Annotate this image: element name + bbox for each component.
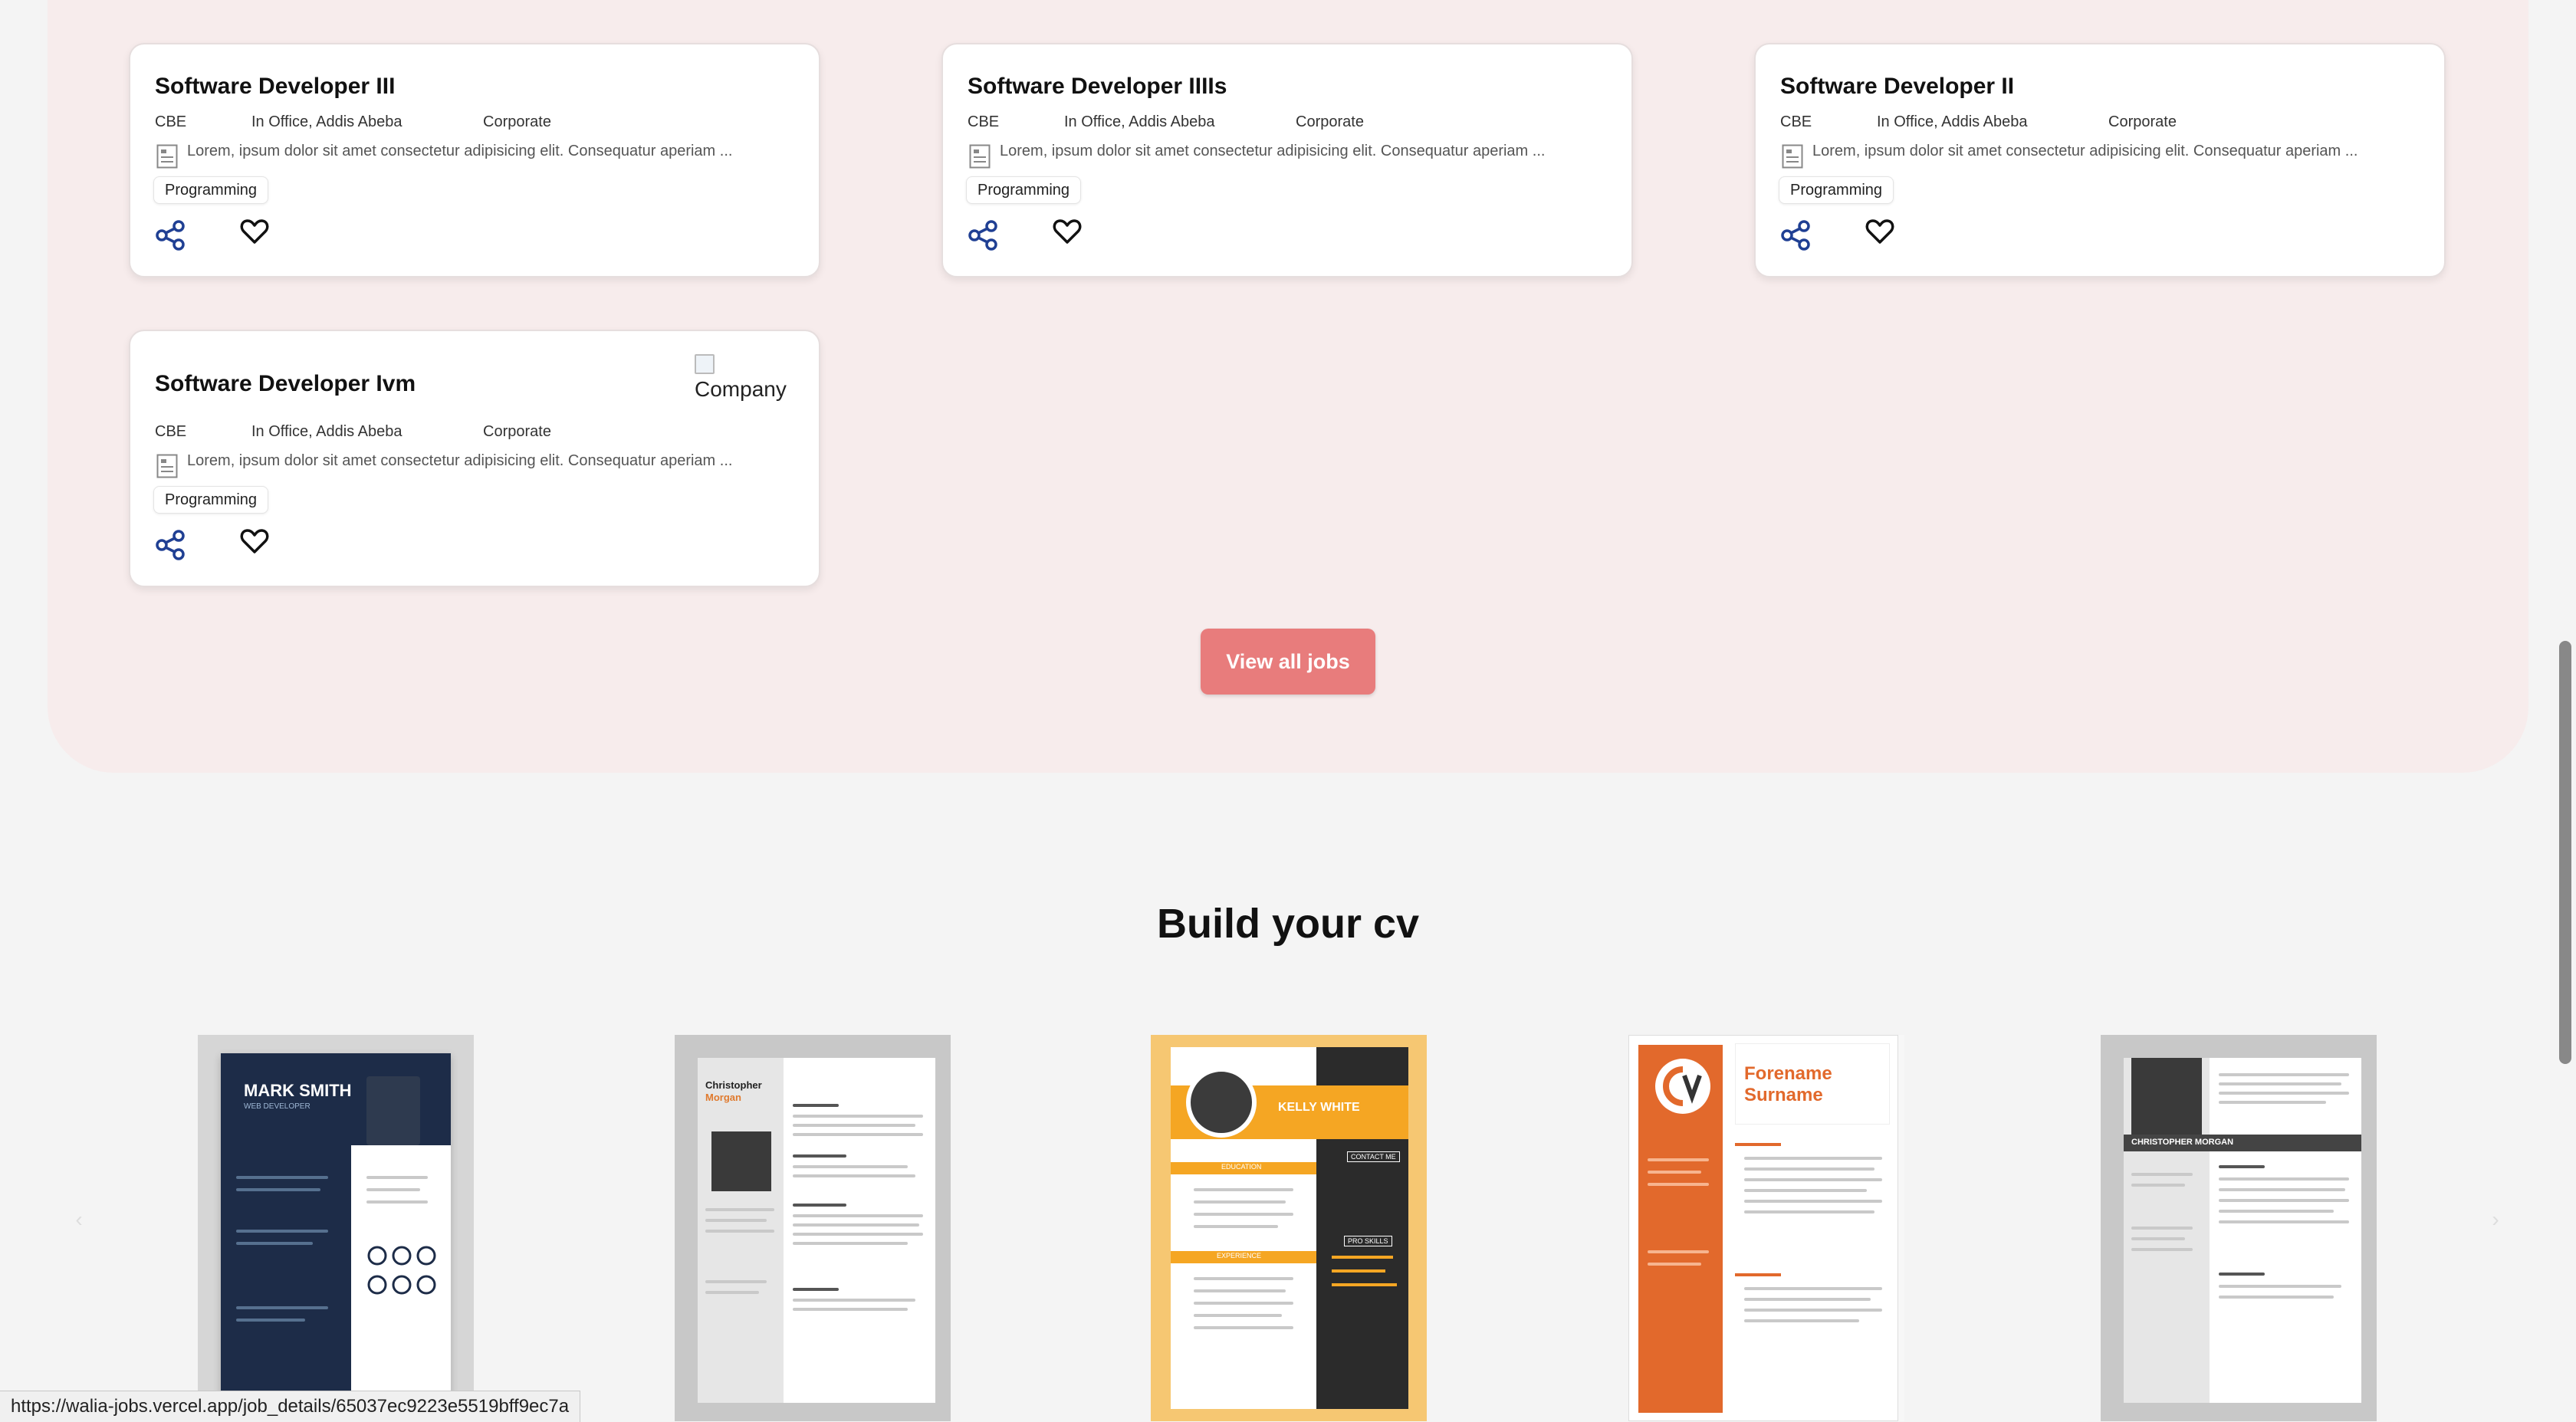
job-location: In Office, Addis Abeba [251,423,402,440]
cv-name: MARK SMITH [244,1081,352,1100]
job-type: Corporate [1296,113,1364,130]
cv-template-card[interactable]: KELLY WHITE CONTACT ME EDUCATION PRO SKI… [1151,1035,1427,1421]
cv-page: Forename Surname [1628,1035,1898,1421]
job-card[interactable]: Software Developer II CBE In Office, Add… [1754,43,2446,278]
cv-photo [711,1131,771,1191]
job-tag: Programming [153,176,269,204]
share-icon[interactable] [968,219,1000,251]
cv-photo [2131,1058,2202,1135]
company-logo-alt: Company [695,377,787,401]
company-logo: Company [695,354,796,419]
job-card[interactable]: Software Developer Ivm Company CBE In Of… [129,330,820,587]
job-type: Corporate [483,423,551,440]
job-location: In Office, Addis Abeba [1064,113,1215,130]
cv-section-label: PRO SKILLS [1344,1236,1392,1246]
heart-icon[interactable] [239,526,270,557]
cv-photo [1186,1067,1257,1138]
section-heading: Build your cv [1156,901,1420,947]
share-icon[interactable] [1780,219,1812,251]
job-company: CBE [1780,113,1812,130]
job-company: CBE [968,113,1000,130]
cv-photo [366,1076,420,1145]
job-tag: Programming [1779,176,1894,204]
cv-section-label: EXPERIENCE [1217,1252,1262,1259]
cv-page: KELLY WHITE CONTACT ME EDUCATION PRO SKI… [1171,1047,1408,1409]
cv-logo-icon [1655,1059,1710,1114]
cv-section-label: CONTACT ME [1347,1151,1400,1162]
cv-template-card[interactable]: Forename Surname [1628,1035,1904,1421]
share-icon[interactable] [155,529,187,561]
heart-icon[interactable] [1052,216,1083,247]
job-location: In Office, Addis Abeba [251,113,402,130]
carousel-next-arrow-icon[interactable]: › [2484,1208,2507,1231]
job-title[interactable]: Software Developer IIIIs [968,74,1227,100]
cv-surname: Morgan [705,1092,741,1103]
job-type: Corporate [483,113,551,130]
cv-page: CHRISTOPHER MORGAN [2124,1058,2361,1403]
job-description: Lorem, ipsum dolor sit amet consectetur … [1000,143,1546,159]
cv-role: WEB DEVELOPER [244,1102,310,1111]
job-type: Corporate [2108,113,2177,130]
cv-template-card[interactable]: MARK SMITH WEB DEVELOPER [198,1035,474,1421]
job-title[interactable]: Software Developer III [155,74,395,100]
job-description: Lorem, ipsum dolor sit amet consectetur … [1812,143,2358,159]
job-company: CBE [155,423,187,440]
cv-page: Christopher Morgan [698,1058,935,1403]
broken-image-icon [695,354,715,374]
page-scrollbar[interactable] [2559,641,2571,1064]
job-tag: Programming [966,176,1082,204]
link-preview-statusbar: https://walia-jobs.vercel.app/job_detail… [0,1391,581,1422]
job-location: In Office, Addis Abeba [1877,113,2028,130]
cv-name: Christopher [705,1079,762,1091]
job-description: Lorem, ipsum dolor sit amet consectetur … [187,143,733,159]
cv-sidebar [221,1145,351,1398]
job-title[interactable]: Software Developer Ivm [155,371,416,397]
document-icon [969,144,991,169]
cv-name: KELLY WHITE [1278,1101,1360,1114]
cv-skill-circles [366,1245,443,1310]
job-description: Lorem, ipsum dolor sit amet consectetur … [187,452,733,469]
document-icon [156,454,178,478]
cv-section-label: EDUCATION [1221,1163,1262,1171]
cv-template-card[interactable]: Christopher Morgan [675,1035,951,1421]
cv-name: CHRISTOPHER MORGAN [2131,1138,2234,1147]
job-company: CBE [155,113,187,130]
cv-template-card[interactable]: CHRISTOPHER MORGAN [2101,1035,2377,1421]
document-icon [1782,144,1803,169]
job-tag: Programming [153,486,269,514]
heart-icon[interactable] [1865,216,1895,247]
job-card[interactable]: Software Developer III CBE In Office, Ad… [129,43,820,278]
job-title[interactable]: Software Developer II [1780,74,2014,100]
cv-name: Forename [1744,1063,1832,1084]
carousel-prev-arrow-icon[interactable]: ‹ [67,1208,90,1231]
view-all-jobs-button[interactable]: View all jobs [1201,629,1375,695]
cv-page: MARK SMITH WEB DEVELOPER [221,1053,451,1398]
heart-icon[interactable] [239,216,270,247]
cv-surname: Surname [1744,1085,1823,1105]
share-icon[interactable] [155,219,187,251]
job-card[interactable]: Software Developer IIIIs CBE In Office, … [941,43,1633,278]
document-icon [156,144,178,169]
